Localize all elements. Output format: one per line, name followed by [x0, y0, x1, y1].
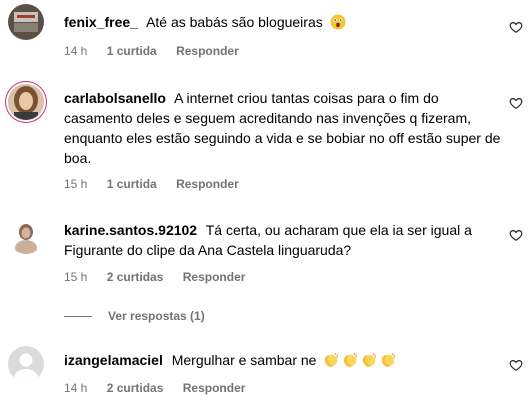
avatar[interactable] [8, 346, 44, 382]
avatar[interactable] [8, 4, 44, 40]
likes-count[interactable]: 2 curtidas [107, 381, 164, 395]
comment-meta: 14 h 1 curtida Responder [64, 43, 255, 59]
likes-count[interactable]: 2 curtidas [107, 270, 164, 284]
comment-text-row: fenix_free_ Até as babás são blogueiras [64, 12, 504, 32]
heart-outline-icon[interactable] [509, 96, 523, 110]
replies-divider [64, 316, 92, 318]
avatar[interactable] [8, 218, 44, 254]
clapping-hands-icon [344, 352, 358, 367]
astonished-face-icon [330, 14, 346, 30]
comment-text-row: karine.santos.92102 Tá certa, ou acharam… [64, 220, 504, 260]
likes-count[interactable]: 1 curtida [107, 177, 157, 191]
comment-text-row: carlabolsanello A internet criou tantas … [64, 88, 504, 168]
likes-count[interactable]: 1 curtida [107, 44, 157, 58]
heart-outline-icon[interactable] [509, 358, 523, 372]
reply-button[interactable]: Responder [176, 177, 239, 191]
timestamp: 15 h [64, 177, 88, 191]
timestamp: 14 h [64, 381, 88, 395]
username[interactable]: karine.santos.92102 [64, 222, 197, 238]
comment-meta: 15 h 1 curtida Responder [64, 176, 255, 192]
reply-button[interactable]: Responder [176, 44, 239, 58]
clapping-hands-icon [382, 352, 396, 367]
reply-button[interactable]: Responder [183, 270, 246, 284]
username[interactable]: izangelamaciel [64, 352, 163, 368]
clapping-hands-icon [363, 352, 377, 367]
view-replies-button[interactable]: Ver respostas (1) [64, 308, 205, 324]
timestamp: 14 h [64, 44, 88, 58]
username[interactable]: carlabolsanello [64, 90, 166, 106]
comment-text-row: izangelamaciel Mergulhar e sambar ne [64, 350, 504, 370]
avatar[interactable] [8, 84, 44, 120]
comment-meta: 14 h 2 curtidas Responder [64, 380, 261, 396]
reply-button[interactable]: Responder [183, 381, 246, 395]
comment-meta: 15 h 2 curtidas Responder [64, 269, 261, 285]
heart-outline-icon[interactable] [509, 20, 523, 34]
username[interactable]: fenix_free_ [64, 14, 138, 30]
clapping-hands-icon [325, 352, 339, 367]
view-replies-label: Ver respostas (1) [108, 309, 205, 323]
comment-text: Até as babás são blogueiras [146, 14, 323, 30]
comment-text: Mergulhar e sambar ne [171, 352, 317, 368]
timestamp: 15 h [64, 270, 88, 284]
heart-outline-icon[interactable] [509, 228, 523, 242]
